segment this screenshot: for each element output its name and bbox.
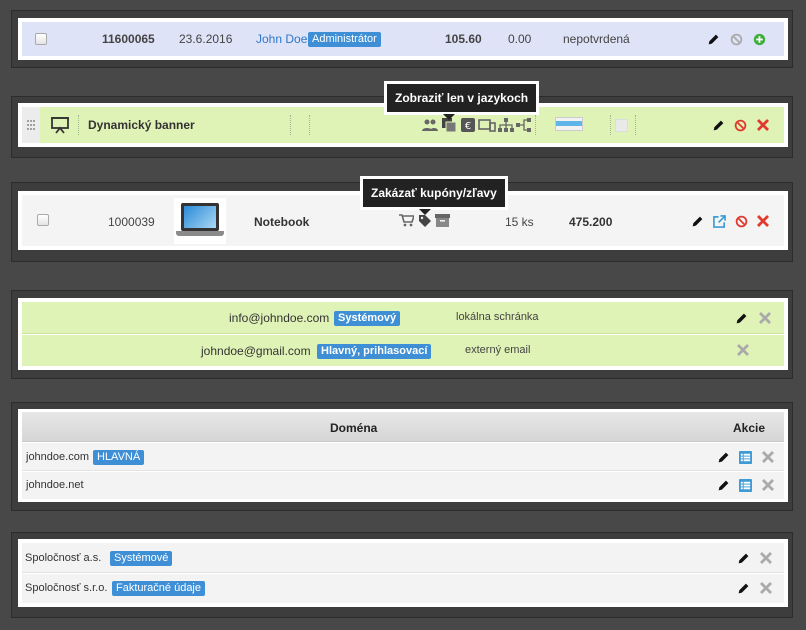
close-icon[interactable] bbox=[756, 214, 770, 228]
emails-card: info@johndoe.com Systémový lokálna schrá… bbox=[18, 298, 788, 370]
tag-icon[interactable] bbox=[417, 213, 433, 228]
company-name: Spoločnosť a.s. bbox=[25, 552, 102, 564]
pencil-icon[interactable] bbox=[711, 118, 725, 132]
share-icon[interactable] bbox=[516, 117, 532, 132]
pencil-icon[interactable] bbox=[690, 214, 704, 228]
pencil-icon[interactable] bbox=[736, 581, 750, 595]
banner-active-checkbox[interactable] bbox=[615, 119, 628, 132]
list-icon[interactable] bbox=[738, 478, 752, 492]
close-icon[interactable] bbox=[761, 450, 775, 464]
domain-row[interactable]: johndoe.net bbox=[22, 472, 784, 499]
product-stock: 15 ks bbox=[505, 215, 534, 229]
email-row[interactable]: johndoe@gmail.com Hlavný, prihlasovací e… bbox=[22, 335, 784, 366]
tooltip-text: Zakázať kupóny/zľavy bbox=[371, 186, 497, 200]
banner-preview bbox=[555, 117, 583, 131]
euro-icon[interactable]: € bbox=[460, 117, 475, 132]
domain-row[interactable]: johndoe.com HLAVNÁ bbox=[22, 443, 784, 471]
product-id: 1000039 bbox=[108, 215, 155, 229]
pencil-icon[interactable] bbox=[716, 478, 730, 492]
divider bbox=[635, 115, 636, 135]
tooltip-text: Zobraziť len v jazykoch bbox=[395, 91, 529, 105]
product-price: 475.200 bbox=[569, 215, 613, 229]
ban-icon[interactable] bbox=[733, 118, 747, 132]
close-icon[interactable] bbox=[736, 343, 750, 357]
domains-card: Doména Akcie johndoe.com HLAVNÁ johndoe.… bbox=[18, 409, 788, 502]
tooltip-arrow bbox=[443, 114, 455, 120]
product-name: Notebook bbox=[254, 215, 310, 229]
email-badge: Hlavný, prihlasovací bbox=[317, 344, 432, 359]
email-type: externý email bbox=[465, 344, 531, 356]
notebook-image bbox=[174, 198, 226, 244]
external-link-icon[interactable] bbox=[712, 214, 726, 228]
email-badge: Systémový bbox=[334, 311, 401, 326]
order-id: 11600065 bbox=[102, 32, 155, 46]
pencil-icon[interactable] bbox=[716, 450, 730, 464]
domains-header: Doména Akcie bbox=[22, 412, 784, 442]
domain-badge: HLAVNÁ bbox=[93, 450, 145, 465]
companies-card: Spoločnosť a.s. Systémové Spoločnosť s.r… bbox=[18, 539, 788, 607]
pencil-icon[interactable] bbox=[734, 311, 748, 325]
close-icon[interactable] bbox=[758, 311, 772, 325]
domain-name: johndoe.net bbox=[26, 479, 84, 491]
list-icon[interactable] bbox=[738, 450, 752, 464]
close-icon[interactable] bbox=[759, 551, 773, 565]
company-badge: Fakturačné údaje bbox=[112, 581, 205, 596]
email-address: johndoe@gmail.com bbox=[201, 344, 311, 358]
close-icon[interactable] bbox=[759, 581, 773, 595]
banner-title: Dynamický banner bbox=[88, 118, 195, 132]
role-badge: Administrátor bbox=[308, 32, 381, 47]
column-header-domain[interactable]: Doména bbox=[330, 421, 377, 435]
devices-icon[interactable] bbox=[478, 117, 496, 132]
presentation-icon bbox=[50, 116, 70, 134]
divider bbox=[309, 115, 310, 135]
company-badge: Systémové bbox=[110, 551, 173, 566]
tooltip-arrow bbox=[419, 209, 431, 215]
pencil-icon[interactable] bbox=[706, 32, 720, 46]
pencil-icon[interactable] bbox=[736, 551, 750, 565]
drag-handle-icon[interactable] bbox=[22, 107, 40, 143]
email-type: lokálna schránka bbox=[456, 311, 539, 323]
cart-icon[interactable] bbox=[398, 213, 414, 228]
domain-name: johndoe.com bbox=[26, 451, 89, 463]
users-icon[interactable] bbox=[422, 118, 438, 132]
company-name: Spoločnosť s.r.o. bbox=[25, 582, 108, 594]
order-date: 23.6.2016 bbox=[179, 32, 233, 46]
ban-icon[interactable] bbox=[734, 214, 748, 228]
company-row[interactable]: Spoločnosť s.r.o. Fakturačné údaje bbox=[22, 574, 784, 603]
order-status: nepotvrdená bbox=[563, 32, 630, 46]
divider bbox=[78, 115, 79, 135]
email-row[interactable]: info@johndoe.com Systémový lokálna schrá… bbox=[22, 302, 784, 334]
svg-text:€: € bbox=[464, 121, 470, 132]
order-card: 11600065 23.6.2016 John Doe Administráto… bbox=[18, 18, 788, 60]
sitemap-icon[interactable] bbox=[498, 117, 514, 132]
email-address: info@johndoe.com bbox=[229, 311, 330, 325]
plus-circle-icon[interactable] bbox=[752, 32, 766, 46]
divider bbox=[535, 115, 536, 135]
product-checkbox[interactable] bbox=[37, 214, 49, 226]
divider bbox=[290, 115, 291, 135]
ban-icon[interactable] bbox=[729, 32, 743, 46]
column-header-actions: Akcie bbox=[733, 421, 766, 435]
language-tooltip: Zobraziť len v jazykoch bbox=[384, 81, 540, 120]
order-checkbox[interactable] bbox=[35, 33, 47, 45]
close-icon[interactable] bbox=[761, 478, 775, 492]
close-icon[interactable] bbox=[756, 118, 770, 132]
customer-name-link[interactable]: John Doe bbox=[256, 32, 307, 46]
order-row[interactable]: 11600065 23.6.2016 John Doe Administráto… bbox=[22, 22, 784, 56]
divider bbox=[610, 115, 611, 135]
order-amount: 105.60 bbox=[445, 32, 482, 46]
coupon-tooltip: Zakázať kupóny/zľavy bbox=[360, 176, 508, 215]
company-row[interactable]: Spoločnosť a.s. Systémové bbox=[22, 543, 784, 573]
archive-icon[interactable] bbox=[434, 213, 450, 228]
order-paid: 0.00 bbox=[508, 32, 532, 46]
